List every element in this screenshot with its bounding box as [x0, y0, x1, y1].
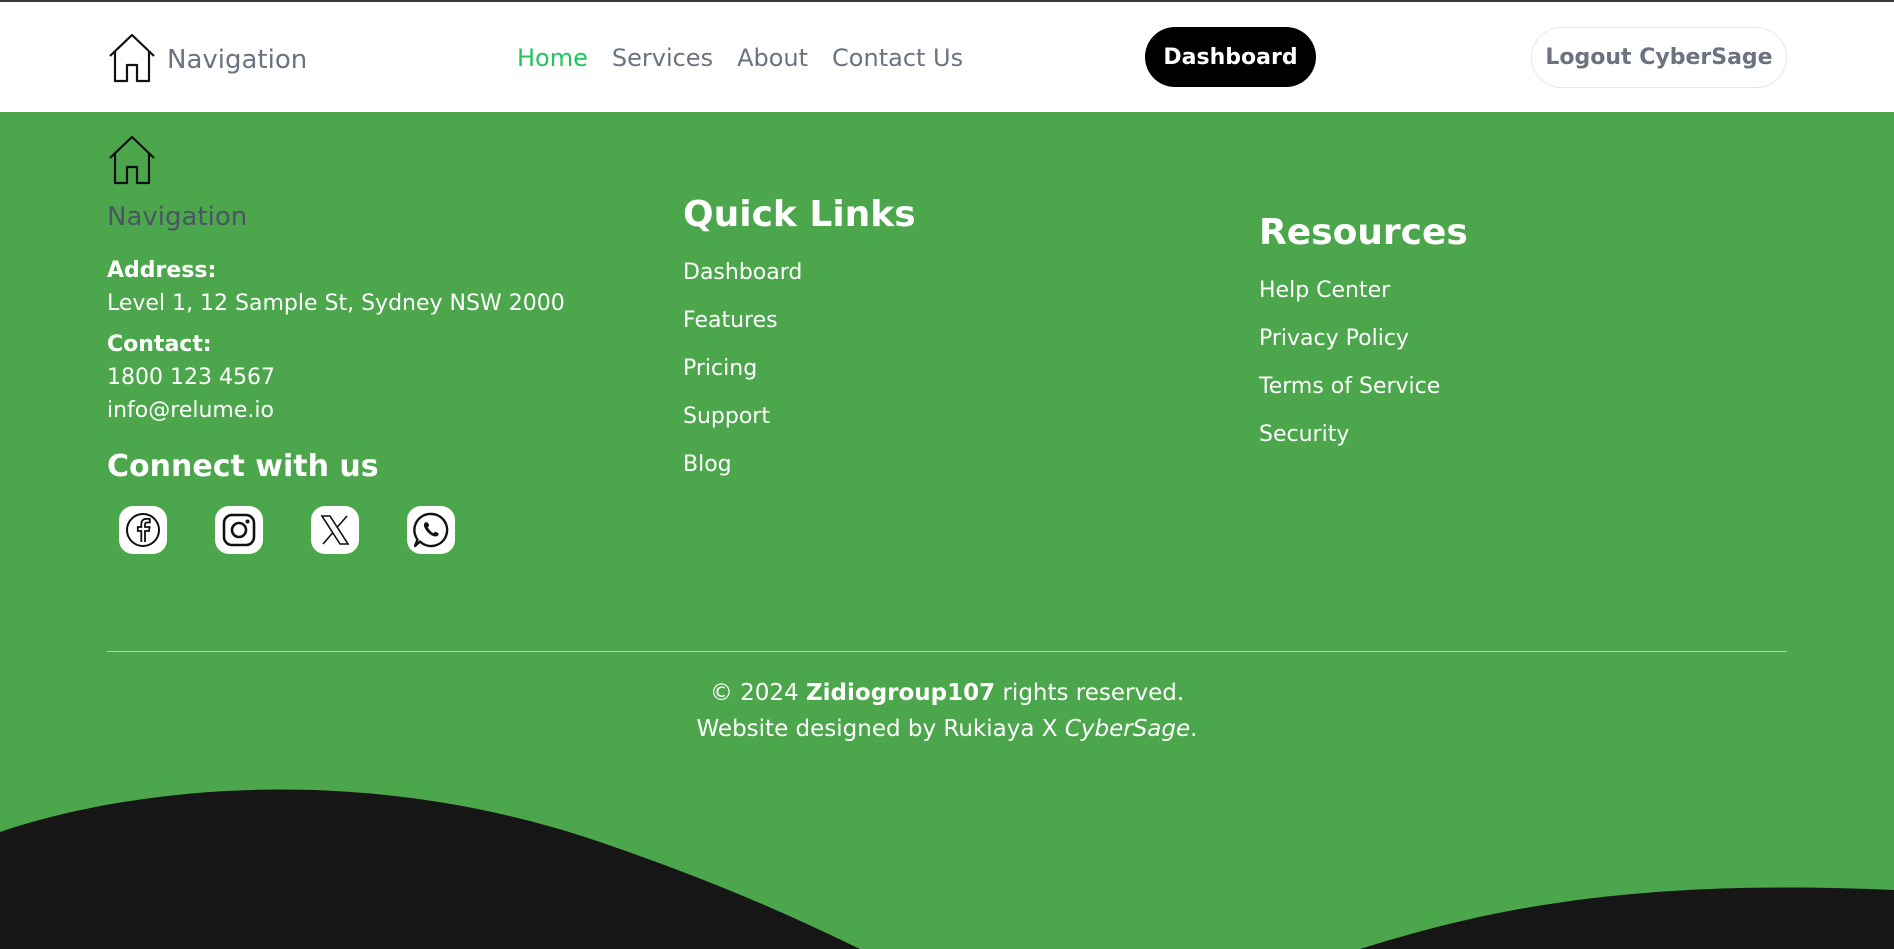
logout-button[interactable]: Logout CyberSage [1531, 27, 1787, 88]
social-links [119, 506, 607, 554]
quick-link-support[interactable]: Support [683, 393, 916, 441]
designed-by-prefix: Website designed by Rukiaya X [696, 716, 1058, 742]
quick-link-blog[interactable]: Blog [683, 441, 916, 489]
resources-heading: Resources [1259, 212, 1468, 253]
designed-by-name: CyberSage [1064, 716, 1191, 742]
footer-divider [107, 651, 1787, 652]
dashboard-button[interactable]: Dashboard [1145, 27, 1316, 87]
home-icon [107, 134, 607, 190]
contact-label: Contact: [107, 332, 212, 357]
resource-help-center[interactable]: Help Center [1259, 267, 1468, 315]
designed-by: Website designed by Rukiaya X CyberSage. [0, 716, 1894, 742]
nav-contact-us[interactable]: Contact Us [832, 44, 963, 72]
connect-heading: Connect with us [107, 449, 379, 484]
nav-home[interactable]: Home [517, 44, 588, 72]
copyright-brand: Zidiogroup107 [805, 680, 996, 706]
facebook-icon[interactable] [119, 506, 167, 554]
footer-resources: Resources Help Center Privacy Policy Ter… [1259, 212, 1468, 459]
resource-terms-of-service[interactable]: Terms of Service [1259, 363, 1468, 411]
brand[interactable]: Navigation [107, 32, 307, 88]
footer-quick-links: Quick Links Dashboard Features Pricing S… [683, 194, 916, 489]
brand-label: Navigation [167, 45, 308, 75]
quick-link-features[interactable]: Features [683, 297, 916, 345]
footer-bottom: © 2024 Zidiogroup107 rights reserved. We… [0, 680, 1894, 742]
nav-about[interactable]: About [737, 44, 808, 72]
x-icon[interactable] [311, 506, 359, 554]
address-value: Level 1, 12 Sample St, Sydney NSW 2000 [107, 291, 565, 316]
footer-brand-label: Navigation [107, 202, 248, 232]
header: Navigation Home Services About Contact U… [0, 2, 1894, 112]
quick-link-pricing[interactable]: Pricing [683, 345, 916, 393]
designed-by-suffix: . [1190, 716, 1198, 742]
instagram-icon[interactable] [215, 506, 263, 554]
email-address[interactable]: info@relume.io [107, 398, 607, 423]
copyright-suffix: rights reserved. [1002, 680, 1185, 706]
copyright: © 2024 Zidiogroup107 rights reserved. [0, 680, 1894, 706]
nav-services[interactable]: Services [612, 44, 713, 72]
phone-number: 1800 123 4567 [107, 365, 275, 390]
main-nav: Home Services About Contact Us [517, 44, 987, 72]
resource-security[interactable]: Security [1259, 411, 1468, 459]
quick-link-dashboard[interactable]: Dashboard [683, 249, 916, 297]
resource-privacy-policy[interactable]: Privacy Policy [1259, 315, 1468, 363]
whatsapp-icon[interactable] [407, 506, 455, 554]
quick-links-heading: Quick Links [683, 194, 916, 235]
footer-company: Navigation Address: Level 1, 12 Sample S… [107, 134, 607, 554]
copyright-prefix: © 2024 [709, 680, 799, 706]
footer-wave [0, 789, 1894, 949]
home-icon [107, 32, 157, 88]
address-label: Address: [107, 258, 217, 283]
